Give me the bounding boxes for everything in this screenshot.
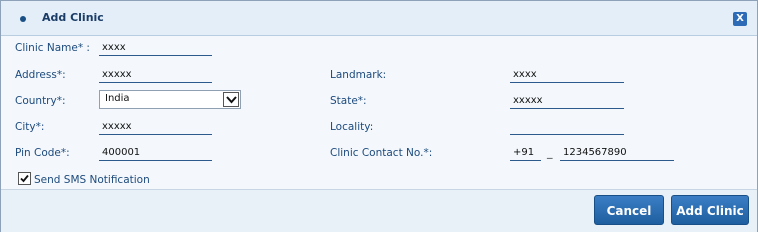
- country-value: India: [105, 93, 130, 104]
- country-label: Country*:: [15, 95, 66, 107]
- pin-code-input[interactable]: [99, 144, 212, 161]
- locality-label: Locality:: [330, 121, 374, 133]
- state-input[interactable]: [510, 92, 624, 109]
- close-icon[interactable]: X: [733, 12, 747, 26]
- contact-label: Clinic Contact No.*:: [330, 147, 433, 159]
- locality-input[interactable]: [510, 118, 624, 135]
- clinic-name-input[interactable]: [99, 39, 212, 56]
- send-sms-label: Send SMS Notification: [34, 174, 150, 186]
- add-clinic-dialog: Add Clinic X Clinic Name* : Address*: La…: [0, 0, 758, 232]
- pin-code-label: Pin Code*:: [15, 147, 70, 159]
- landmark-label: Landmark:: [330, 69, 387, 81]
- contact-number-input[interactable]: [560, 144, 674, 161]
- state-label: State*:: [330, 95, 367, 107]
- city-input[interactable]: [99, 118, 212, 135]
- chevron-down-icon[interactable]: [223, 92, 239, 107]
- address-label: Address*:: [15, 69, 66, 81]
- bullet-icon: [20, 16, 26, 22]
- clinic-name-label: Clinic Name* :: [15, 42, 90, 54]
- landmark-input[interactable]: [510, 66, 624, 83]
- address-input[interactable]: [99, 66, 212, 83]
- contact-separator: _: [547, 146, 553, 159]
- city-label: City*:: [15, 121, 45, 133]
- send-sms-checkbox[interactable]: [18, 172, 31, 185]
- country-select[interactable]: India: [99, 90, 241, 109]
- dialog-title: Add Clinic: [42, 11, 104, 24]
- dialog-titlebar: Add Clinic X: [1, 1, 757, 36]
- add-clinic-button[interactable]: Add Clinic: [671, 195, 749, 225]
- country-code-input[interactable]: [510, 144, 541, 161]
- cancel-button[interactable]: Cancel: [594, 195, 664, 225]
